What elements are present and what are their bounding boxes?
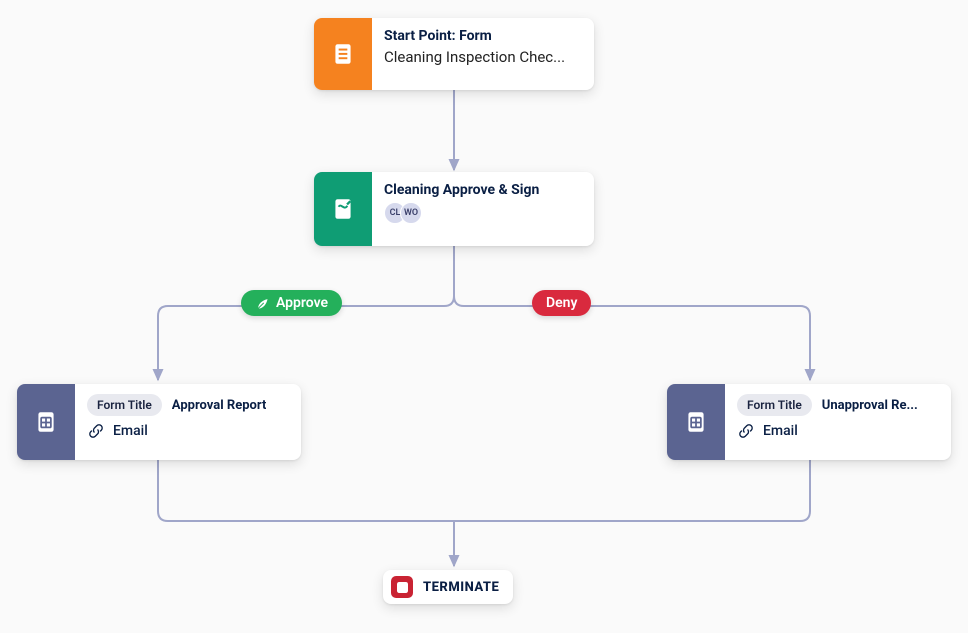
link-icon xyxy=(87,422,105,440)
link-icon xyxy=(737,422,755,440)
form-title-value: Unapproval Re... xyxy=(822,398,918,413)
report-icon xyxy=(17,384,75,460)
node-approve-sign[interactable]: Cleaning Approve & Sign CL WO xyxy=(314,172,594,246)
stop-icon xyxy=(391,576,413,598)
email-label: Email xyxy=(113,423,148,439)
node-subtitle: Cleaning Inspection Chec... xyxy=(384,48,580,66)
form-title-pill: Form Title xyxy=(737,394,812,416)
decision-deny[interactable]: Deny xyxy=(532,290,591,316)
avatar: WO xyxy=(400,202,422,224)
node-terminate[interactable]: TERMINATE xyxy=(383,570,513,604)
node-title: Start Point: Form xyxy=(384,28,580,44)
decision-label: Deny xyxy=(546,295,577,311)
form-title-pill: Form Title xyxy=(87,394,162,416)
form-title-value: Approval Report xyxy=(172,398,267,413)
node-start-form[interactable]: Start Point: Form Cleaning Inspection Ch… xyxy=(314,18,594,90)
connectors xyxy=(0,0,968,633)
node-title: Cleaning Approve & Sign xyxy=(384,182,580,198)
leaf-icon xyxy=(255,296,270,311)
report-icon xyxy=(667,384,725,460)
signature-icon xyxy=(314,172,372,246)
decision-approve[interactable]: Approve xyxy=(241,290,342,316)
node-approval-report[interactable]: Form Title Approval Report Email xyxy=(17,384,301,460)
form-icon xyxy=(314,18,372,90)
terminate-label: TERMINATE xyxy=(423,580,499,595)
decision-label: Approve xyxy=(276,295,328,311)
avatar-row: CL WO xyxy=(384,202,580,224)
email-label: Email xyxy=(763,423,798,439)
node-unapproval-report[interactable]: Form Title Unapproval Re... Email xyxy=(667,384,951,460)
